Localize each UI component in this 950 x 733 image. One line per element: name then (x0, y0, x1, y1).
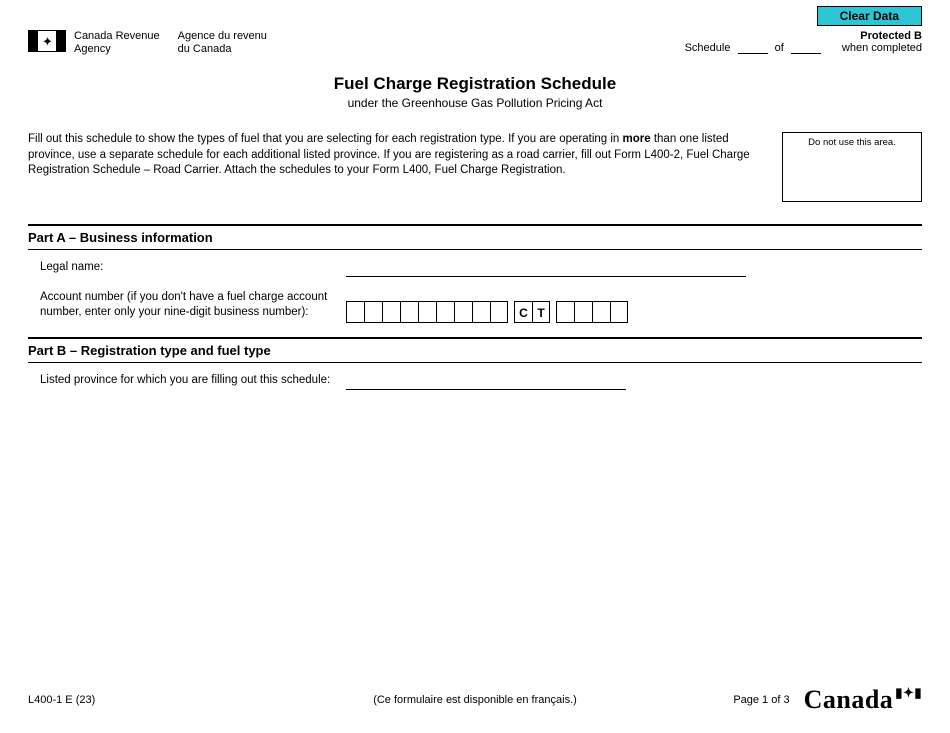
acct-digit[interactable] (346, 301, 364, 323)
listed-province-label: Listed province for which you are fillin… (28, 373, 340, 388)
canada-wordmark-flag-icon: ▮✦▮ (895, 685, 922, 701)
form-code: L400-1 E (23) (28, 694, 95, 706)
form-title: Fuel Charge Registration Schedule (28, 74, 922, 94)
acct-digit[interactable] (418, 301, 436, 323)
listed-province-input[interactable] (346, 373, 626, 390)
divider (28, 337, 922, 339)
agency-fr-line1: Agence du revenu (178, 30, 267, 43)
protected-b-label: Protected B (860, 30, 922, 42)
part-b-heading: Part B – Registration type and fuel type (28, 343, 922, 363)
acct-digit[interactable] (454, 301, 472, 323)
part-a-heading: Part A – Business information (28, 230, 922, 250)
of-label: of (775, 42, 784, 54)
header-right: Schedule of Protected B when completed (685, 30, 922, 54)
intro-more: more (623, 133, 651, 145)
agency-name-fr: Agence du revenu du Canada (178, 30, 267, 56)
account-number-input[interactable]: C T (346, 301, 628, 323)
title-block: Fuel Charge Registration Schedule under … (28, 74, 922, 110)
agency-en-line1: Canada Revenue (74, 30, 160, 43)
acct-digit[interactable] (382, 301, 400, 323)
acct-digit[interactable] (400, 301, 418, 323)
intro-pre: Fill out this schedule to show the types… (28, 133, 623, 145)
acct-digit[interactable] (364, 301, 382, 323)
instruction-text: Fill out this schedule to show the types… (28, 132, 782, 179)
account-number-label: Account number (if you don't have a fuel… (28, 290, 340, 320)
canada-wordmark-text: Canada (804, 685, 894, 715)
do-not-use-area: Do not use this area. (782, 132, 922, 202)
acct-digit[interactable] (436, 301, 454, 323)
clear-data-button[interactable]: Clear Data (817, 6, 922, 26)
schedule-label: Schedule (685, 42, 731, 54)
acct-suffix-digit[interactable] (610, 301, 628, 323)
acct-suffix-digit[interactable] (574, 301, 592, 323)
acct-suffix-digit[interactable] (592, 301, 610, 323)
page-number: Page 1 of 3 (733, 694, 789, 706)
form-subtitle: under the Greenhouse Gas Pollution Prici… (28, 96, 922, 110)
acct-digit[interactable] (490, 301, 508, 323)
acct-digit[interactable] (472, 301, 490, 323)
acct-fixed-c: C (514, 301, 532, 323)
agency-fr-line2: du Canada (178, 43, 267, 56)
legal-name-label: Legal name: (28, 260, 340, 275)
schedule-number-field[interactable] (738, 41, 768, 54)
legal-name-input[interactable] (346, 260, 746, 277)
acct-fixed-t: T (532, 301, 550, 323)
agency-en-line2: Agency (74, 43, 160, 56)
agency-name-en: Canada Revenue Agency (74, 30, 160, 56)
canada-flag-icon: ✦ (28, 30, 66, 52)
acct-suffix-digit[interactable] (556, 301, 574, 323)
when-completed-label: when completed (842, 42, 922, 54)
canada-wordmark: Canada▮✦▮ (804, 685, 922, 715)
footer: L400-1 E (23) (Ce formulaire est disponi… (28, 685, 922, 715)
header: ✦ Canada Revenue Agency Agence du revenu… (28, 30, 922, 56)
schedule-total-field[interactable] (791, 41, 821, 54)
page: Clear Data ✦ Canada Revenue Agency Agenc… (0, 0, 950, 733)
divider (28, 224, 922, 226)
